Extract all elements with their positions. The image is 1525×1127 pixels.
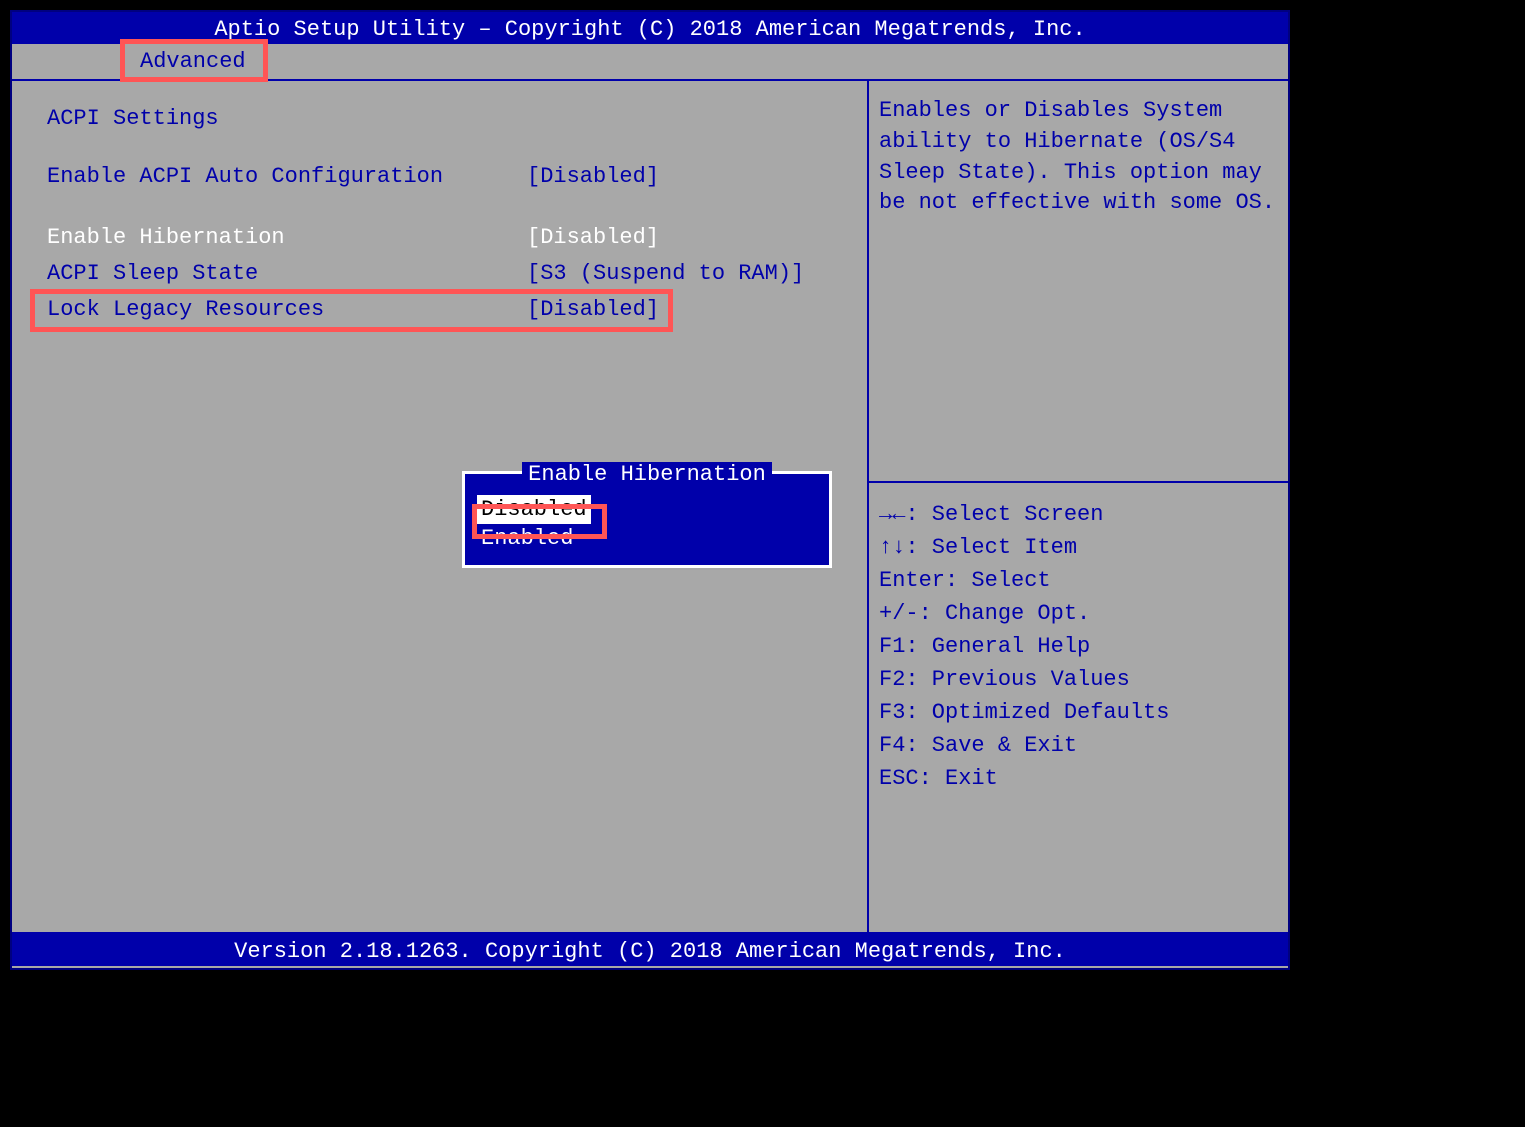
header-title: Aptio Setup Utility – Copyright (C) 2018… (214, 17, 1085, 42)
settings-panel: ACPI Settings Enable ACPI Auto Configura… (12, 81, 869, 932)
footer-text: Version 2.18.1263. Copyright (C) 2018 Am… (234, 939, 1066, 964)
key-enter: Enter: Select (879, 564, 1278, 597)
setting-label: ACPI Sleep State (47, 261, 527, 286)
bios-screen: Aptio Setup Utility – Copyright (C) 2018… (10, 10, 1290, 970)
setting-value: [S3 (Suspend to RAM)] (527, 261, 832, 286)
popup-option-enabled[interactable]: Enabled (477, 524, 817, 553)
footer-bar: Version 2.18.1263. Copyright (C) 2018 Am… (12, 934, 1288, 966)
header-bar: Aptio Setup Utility – Copyright (C) 2018… (12, 12, 1288, 44)
key-f2: F2: Previous Values (879, 663, 1278, 696)
key-change-opt: +/-: Change Opt. (879, 597, 1278, 630)
tab-bar: Advanced (12, 44, 1288, 79)
key-help: →←: Select Screen ↑↓: Select Item Enter:… (869, 481, 1288, 932)
key-f3: F3: Optimized Defaults (879, 696, 1278, 729)
popup-options: Disabled Enabled (465, 487, 829, 565)
popup-option-disabled[interactable]: Disabled (477, 495, 591, 524)
key-select-item: ↑↓: Select Item (879, 531, 1278, 564)
setting-row-sleep-state[interactable]: ACPI Sleep State [S3 (Suspend to RAM)] (47, 258, 832, 289)
setting-row-lock-legacy[interactable]: Lock Legacy Resources [Disabled] (47, 294, 832, 325)
popup-dialog: Enable Hibernation Disabled Enabled (462, 471, 832, 568)
setting-row-hibernation[interactable]: Enable Hibernation [Disabled] (47, 222, 832, 253)
setting-label: Enable ACPI Auto Configuration (47, 164, 527, 189)
help-text: Enables or Disables System ability to Hi… (869, 81, 1288, 481)
key-select-screen: →←: Select Screen (879, 498, 1278, 531)
section-title: ACPI Settings (47, 106, 832, 131)
setting-value: [Disabled] (527, 297, 832, 322)
setting-row-acpi-auto[interactable]: Enable ACPI Auto Configuration [Disabled… (47, 161, 832, 192)
key-esc: ESC: Exit (879, 762, 1278, 795)
popup-shadow (487, 581, 857, 631)
main-area: ACPI Settings Enable ACPI Auto Configura… (12, 79, 1288, 934)
setting-value: [Disabled] (527, 225, 832, 250)
right-panel: Enables or Disables System ability to Hi… (869, 81, 1288, 932)
tab-advanced[interactable]: Advanced (132, 44, 254, 79)
popup-title: Enable Hibernation (522, 462, 772, 487)
key-f4: F4: Save & Exit (879, 729, 1278, 762)
setting-value: [Disabled] (527, 164, 832, 189)
setting-label: Enable Hibernation (47, 225, 527, 250)
popup-title-wrap: Enable Hibernation (465, 462, 829, 487)
setting-label: Lock Legacy Resources (47, 297, 527, 322)
key-f1: F1: General Help (879, 630, 1278, 663)
